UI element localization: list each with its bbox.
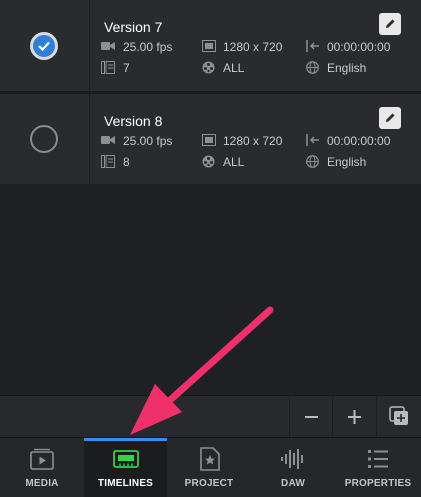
fps-value: 25.00 fps xyxy=(123,134,173,148)
timelines-icon xyxy=(113,450,139,468)
audio-value: ALL xyxy=(223,155,245,169)
language-value: English xyxy=(327,155,367,169)
audio-reel-icon xyxy=(202,155,215,168)
audio-value: ALL xyxy=(223,61,245,75)
tab-label: TIMELINES xyxy=(97,478,154,489)
project-icon xyxy=(200,447,220,471)
start-timecode-value: 00:00:00:00 xyxy=(327,134,391,148)
language-globe-icon xyxy=(306,61,319,74)
tab-timelines[interactable]: TIMELINES xyxy=(84,438,167,497)
daw-waveform-icon xyxy=(281,449,303,469)
timeline-name: Version 8 xyxy=(104,113,163,129)
tab-label: PROJECT xyxy=(184,478,234,489)
active-tab-indicator xyxy=(84,438,167,441)
resolution-value: 1280 x 720 xyxy=(223,134,283,148)
start-timecode-value: 00:00:00:00 xyxy=(327,40,391,54)
timeline-radio-unselected[interactable] xyxy=(30,125,58,153)
plus-icon xyxy=(348,410,361,424)
tab-daw[interactable]: DAW xyxy=(251,438,335,497)
language-value: English xyxy=(327,61,367,75)
tracks-value: 7 xyxy=(123,61,130,75)
start-timecode-icon xyxy=(306,134,319,146)
pencil-icon xyxy=(386,113,395,122)
remove-timeline-button[interactable] xyxy=(289,396,332,438)
edit-button[interactable] xyxy=(379,13,401,35)
tracks-value: 8 xyxy=(123,155,130,169)
audio-reel-icon xyxy=(202,61,215,74)
fps-value: 25.00 fps xyxy=(123,40,173,54)
tracks-icon xyxy=(101,61,115,74)
resolution-value: 1280 x 720 xyxy=(223,40,283,54)
tab-label: DAW xyxy=(281,478,305,489)
duplicate-timeline-button[interactable] xyxy=(376,396,421,438)
resolution-icon xyxy=(202,134,216,146)
language-globe-icon xyxy=(306,155,319,168)
video-camera-icon xyxy=(101,42,115,50)
pencil-icon xyxy=(386,19,395,28)
resolution-icon xyxy=(202,40,216,52)
tab-properties[interactable]: PROPERTIES xyxy=(335,438,421,497)
tab-label: MEDIA xyxy=(25,478,59,489)
timeline-card-version-8[interactable]: Version 8 25.00 fps 1280 x 720 00:00:00:… xyxy=(0,93,421,185)
media-icon xyxy=(30,448,54,470)
tab-media[interactable]: MEDIA xyxy=(0,438,84,497)
timeline-radio-selected[interactable] xyxy=(30,32,58,60)
timeline-list-empty-area xyxy=(0,184,421,395)
add-timeline-button[interactable] xyxy=(332,396,375,438)
timeline-toolbar xyxy=(0,395,421,438)
minus-icon xyxy=(305,416,318,418)
start-timecode-icon xyxy=(306,40,319,52)
video-camera-icon xyxy=(101,136,115,144)
tab-label: PROPERTIES xyxy=(344,478,412,489)
checkmark-icon xyxy=(38,41,50,52)
properties-list-icon xyxy=(368,450,388,468)
duplicate-icon xyxy=(389,406,408,425)
tab-project[interactable]: PROJECT xyxy=(167,438,251,497)
timeline-name: Version 7 xyxy=(104,19,163,35)
edit-button[interactable] xyxy=(379,107,401,129)
bottom-tab-bar: MEDIA TIMELINES PROJECT DAW PROPERTIES xyxy=(0,437,421,497)
tracks-icon xyxy=(101,155,115,168)
timeline-card-version-7[interactable]: Version 7 25.00 fps 1280 x 720 00:00:00:… xyxy=(0,0,421,92)
